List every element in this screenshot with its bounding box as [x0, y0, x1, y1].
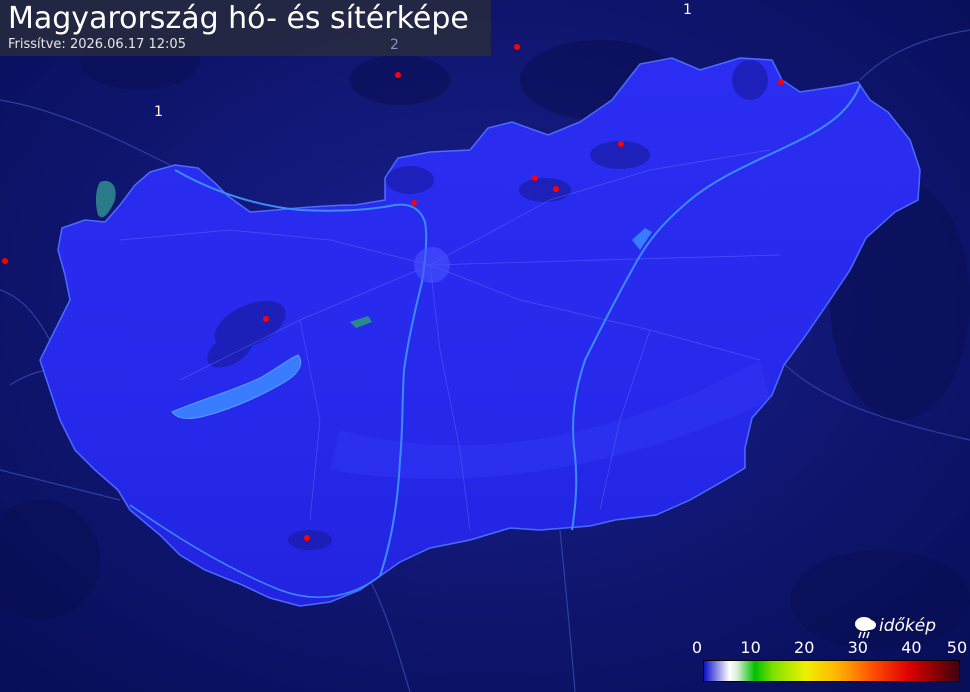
station-marker — [395, 72, 401, 78]
station-marker — [778, 79, 784, 85]
station-marker — [532, 175, 538, 181]
station-marker — [304, 535, 310, 541]
map-number-label: 1 — [154, 104, 163, 120]
cloud-icon — [855, 617, 876, 639]
legend-tick: 10 — [740, 638, 761, 657]
legend-color-bar — [703, 660, 960, 682]
map-number-label: 1 — [683, 2, 692, 18]
legend-tick: 30 — [847, 638, 868, 657]
station-marker — [411, 200, 417, 206]
station-marker — [263, 316, 269, 322]
logo-text: időkép — [879, 616, 937, 636]
legend-tick: 0 — [691, 638, 703, 657]
map-number-label: 2 — [390, 37, 399, 53]
station-marker — [514, 44, 520, 50]
legend-tick: 50 — [946, 638, 968, 657]
legend-tick: 20 — [794, 638, 815, 657]
idokep-logo[interactable]: időkép — [852, 612, 942, 640]
page-title: Magyarország hó- és sítérképe — [8, 1, 469, 36]
station-marker — [618, 141, 624, 147]
station-marker — [553, 186, 559, 192]
update-timestamp: Frissítve: 2026.06.17 12:05 — [8, 37, 186, 52]
snow-map — [0, 0, 970, 692]
station-marker — [2, 258, 8, 264]
budapest-area — [414, 247, 450, 283]
title-panel: Magyarország hó- és sítérképe Frissítve:… — [0, 0, 491, 56]
legend-tick-labels: 0 10 20 30 40 50 — [692, 638, 968, 658]
legend-tick: 40 — [901, 638, 922, 657]
